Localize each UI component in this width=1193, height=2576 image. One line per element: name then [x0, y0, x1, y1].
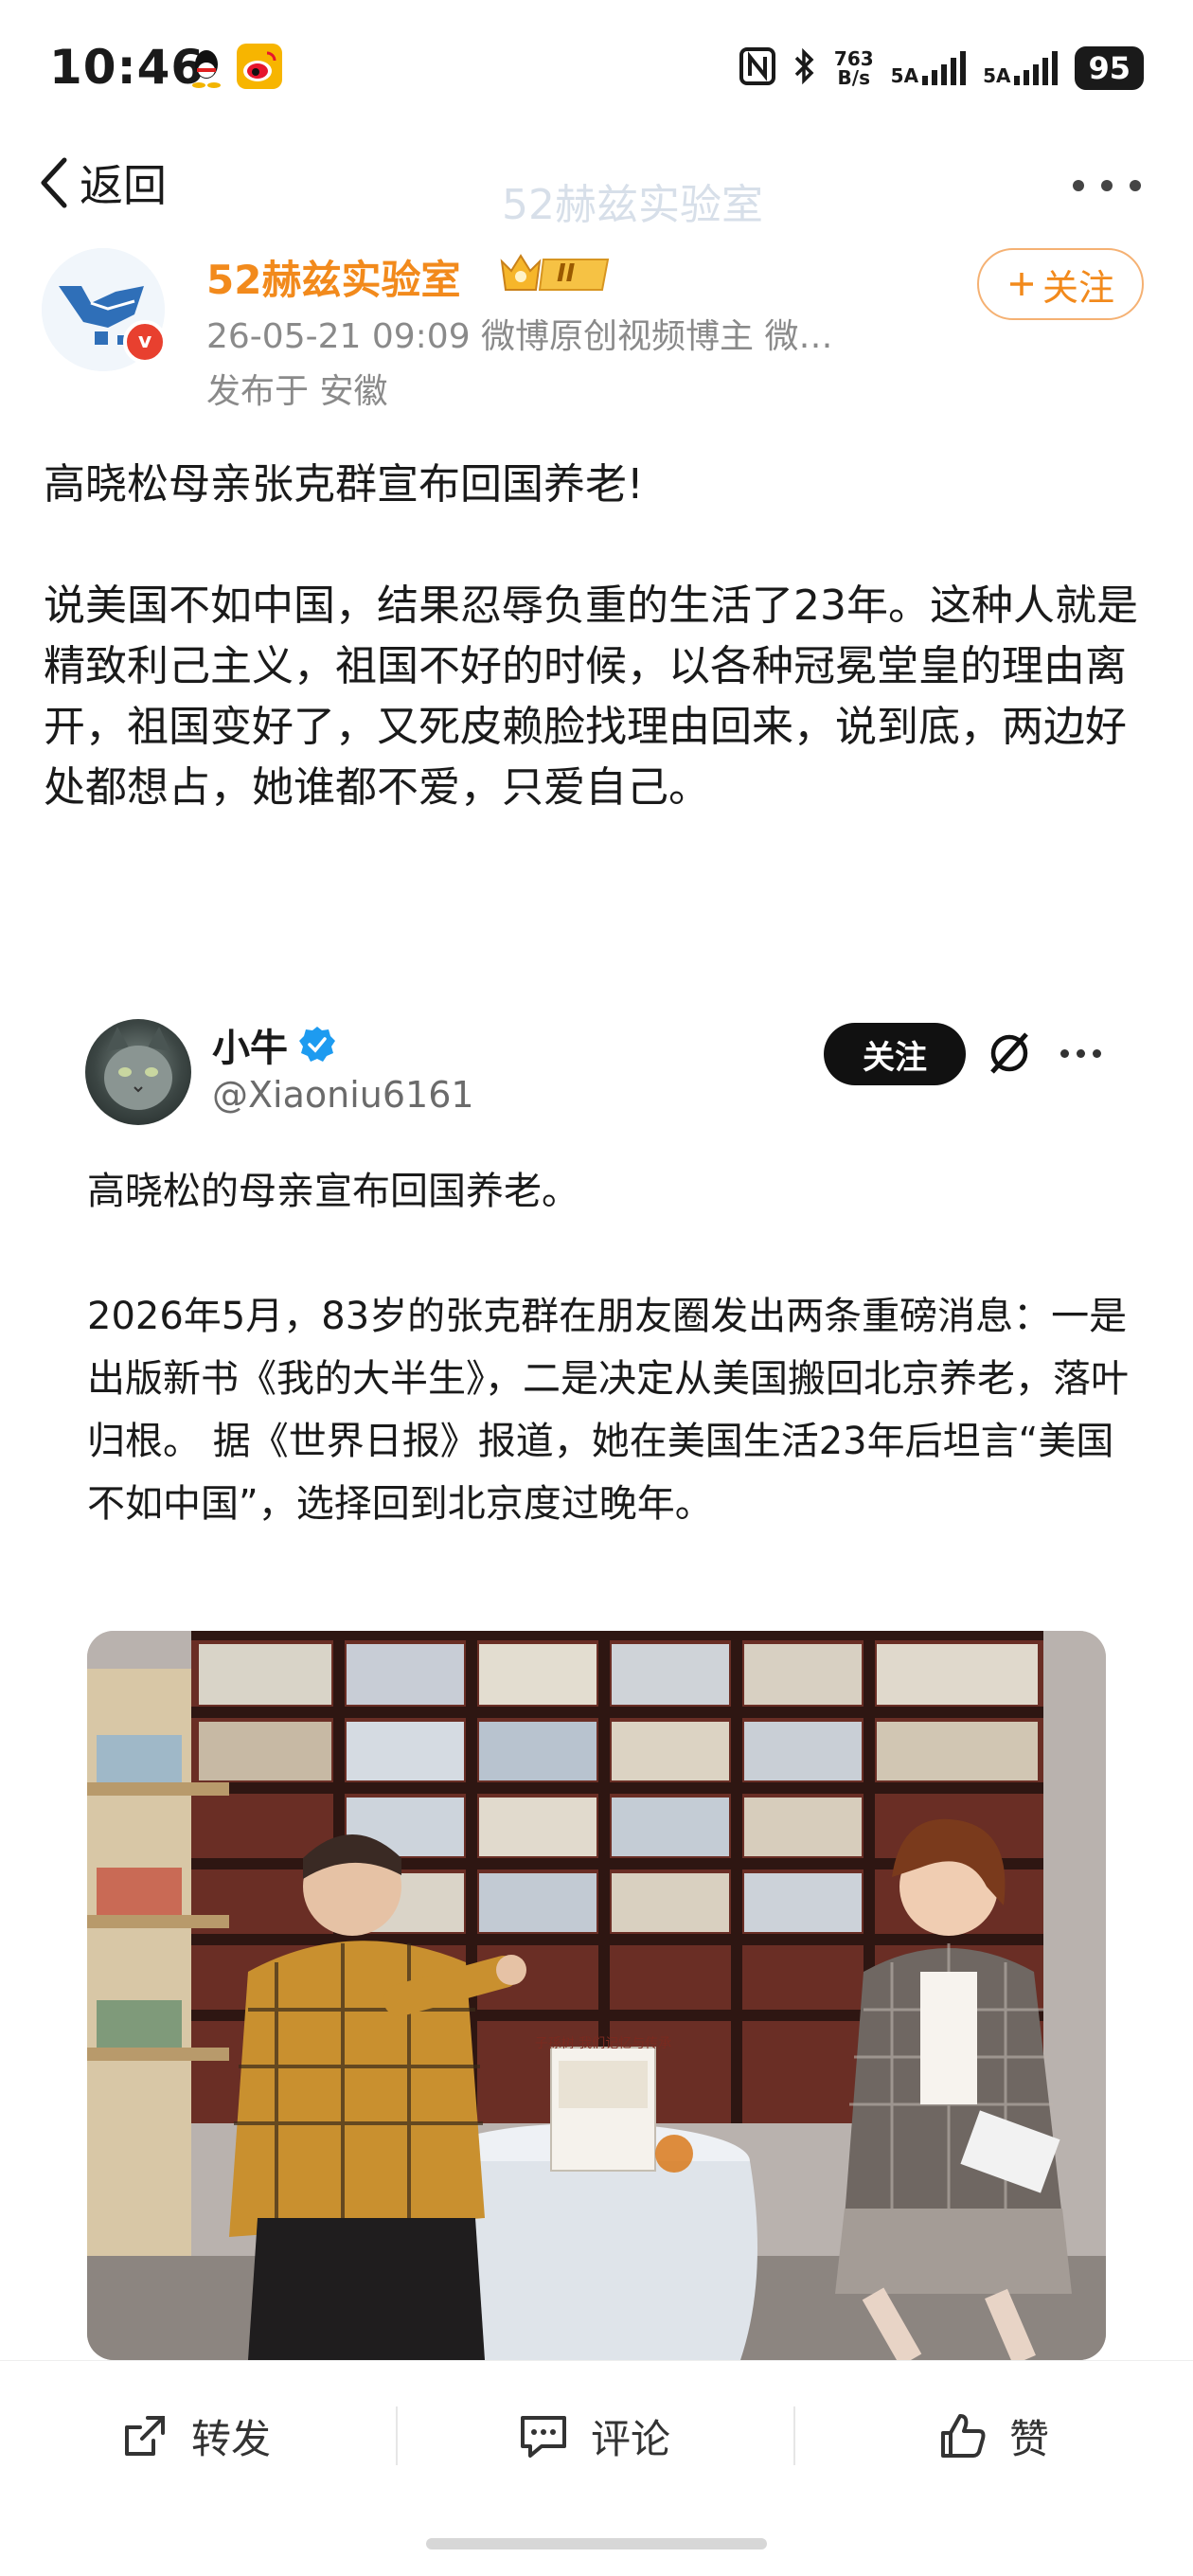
- status-time: 10:46: [49, 40, 205, 95]
- nav-title: 52赫兹实验室: [502, 181, 763, 229]
- quoted-user-header: 小牛 @Xiaoniu6161 关注: [85, 1013, 1117, 1136]
- share-icon: [125, 2416, 165, 2456]
- status-right-group: 763 B/s 5A 5A 95: [739, 42, 1144, 95]
- comment-button[interactable]: 评论: [517, 2403, 670, 2469]
- comment-label: 评论: [591, 2415, 671, 2462]
- bottom-action-bar: 转发 评论 赞: [0, 2360, 1193, 2512]
- verified-check-icon: [299, 1027, 335, 1062]
- book-title-text: 子孫树 我们记忆与传承: [535, 2036, 671, 2051]
- quoted-user-name-text: 小牛: [212, 1027, 288, 1070]
- follow-label: 关注: [1042, 266, 1114, 309]
- level-badge-label: II: [557, 259, 576, 288]
- post-meta: 26-05-21 09:09 微博原创视频博主 微…: [206, 317, 833, 356]
- quoted-body: 2026年5月，83岁的张克群在朋友圈发出两条重磅消息：一是出版新书《我的大半生…: [87, 1295, 1129, 1526]
- dot-icon: [1073, 180, 1084, 191]
- dot-icon: [1077, 1049, 1085, 1058]
- dot-icon: [1093, 1049, 1101, 1058]
- quoted-user-handle: @Xiaoniu6161: [212, 1074, 474, 1116]
- comment-icon: [521, 2416, 566, 2458]
- nfc-icon: [739, 47, 775, 89]
- author-name[interactable]: 52赫兹实验室: [206, 248, 460, 306]
- dot-icon: [1101, 180, 1113, 191]
- quoted-more-button[interactable]: [1060, 1049, 1101, 1058]
- interview-photo[interactable]: 子孫树 我们记忆与传承: [87, 1631, 1106, 2360]
- level-badge: II: [498, 252, 615, 299]
- like-button[interactable]: 赞: [937, 2403, 1049, 2469]
- home-indicator[interactable]: [426, 2538, 767, 2549]
- dot-icon: [1060, 1049, 1069, 1058]
- quoted-user-name[interactable]: 小牛: [212, 1017, 337, 1072]
- battery-indicator: 95: [1075, 46, 1144, 90]
- repost-button[interactable]: 转发: [119, 2403, 271, 2469]
- signal-bars-icon: [922, 51, 967, 85]
- quoted-line1: 高晓松的母亲宣布回国养老。: [87, 1170, 579, 1213]
- plus-icon: [1009, 273, 1033, 295]
- post-location: 发布于 安徽: [206, 372, 388, 411]
- dot-icon: [1130, 180, 1141, 191]
- net-speed: 763 B/s: [833, 47, 874, 89]
- like-label: 赞: [1009, 2415, 1050, 2462]
- signal-1: 5A: [891, 51, 967, 85]
- follow-button[interactable]: 关注: [977, 248, 1144, 320]
- bluetooth-icon: [792, 47, 817, 89]
- author-header: v 52赫兹实验室 II 26-05-21 09:09 微博原创视频博主 微… …: [0, 248, 1193, 419]
- grok-icon[interactable]: [985, 1029, 1034, 1082]
- back-label: 返回: [80, 160, 167, 211]
- cat-avatar-icon: [104, 1027, 172, 1110]
- verified-badge: v: [123, 320, 167, 364]
- quoted-user-avatar[interactable]: [85, 1019, 191, 1125]
- status-bar: 10:46 763 B/s 5A 5A 95: [0, 0, 1193, 133]
- repost-label: 转发: [191, 2415, 272, 2462]
- divider: [396, 2406, 398, 2465]
- post-body: 说美国不如中国，结果忍辱负重的生活了23年。这种人就是精致利己主义，祖国不好的时…: [44, 581, 1138, 812]
- signal-bars-icon: [1014, 51, 1059, 85]
- back-button[interactable]: 返回: [38, 152, 167, 214]
- divider: [793, 2406, 795, 2465]
- chevron-left-icon: [41, 157, 67, 208]
- post-headline: 高晓松母亲张克群宣布回国养老!: [44, 460, 644, 509]
- signal-2: 5A: [983, 51, 1059, 85]
- more-options-button[interactable]: [1073, 180, 1141, 191]
- quoted-follow-button[interactable]: 关注: [824, 1023, 966, 1085]
- qq-icon: [189, 47, 223, 93]
- interview-scene-image: 子孫树 我们记忆与传承: [87, 1631, 1106, 2360]
- weibo-icon: [237, 44, 282, 93]
- post-content: 高晓松母亲张克群宣布回国养老! 说美国不如中国，结果忍辱负重的生活了23年。这种…: [44, 455, 1151, 818]
- quoted-content: 高晓松的母亲宣布回国养老。 2026年5月，83岁的张克群在朋友圈发出两条重磅消…: [87, 1160, 1129, 1535]
- thumbs-up-icon: [941, 2414, 986, 2458]
- nav-bar: 返回 52赫兹实验室: [0, 133, 1193, 246]
